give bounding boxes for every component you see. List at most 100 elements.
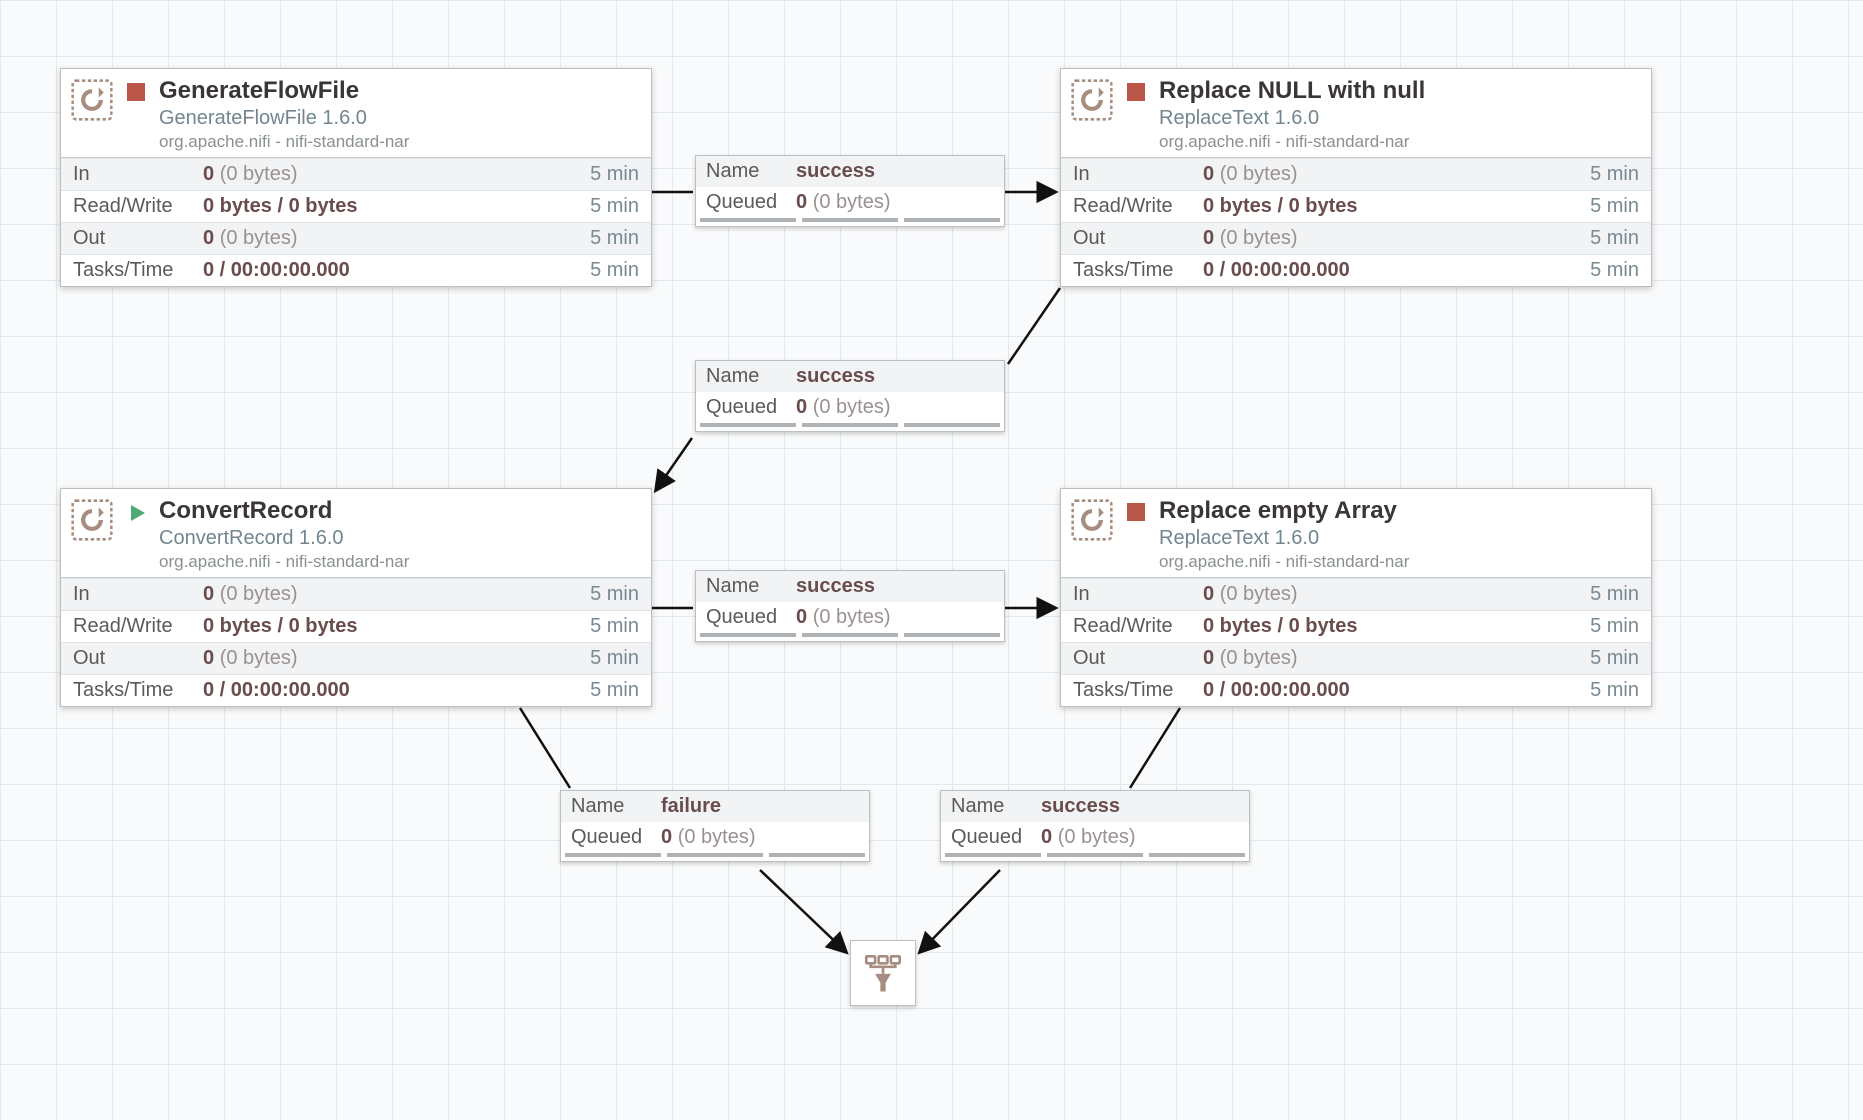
stat-label-out: Out	[1073, 227, 1203, 250]
conn-queued: 0 (0 bytes)	[796, 191, 891, 214]
stat-window: 5 min	[559, 647, 639, 670]
conn-relationship: success	[796, 575, 875, 598]
stat-window: 5 min	[1559, 583, 1639, 606]
stat-label-rw: Read/Write	[1073, 195, 1203, 218]
backpressure-bar	[700, 218, 1000, 222]
connection-c2[interactable]: Name success Queued 0 (0 bytes)	[695, 360, 1005, 432]
stat-window: 5 min	[1559, 163, 1639, 186]
stat-value-rw: 0 bytes / 0 bytes	[1203, 615, 1559, 638]
processor-icon	[1071, 79, 1113, 121]
stat-window: 5 min	[1559, 259, 1639, 282]
stat-window: 5 min	[1559, 647, 1639, 670]
conn-label-name: Name	[951, 795, 1041, 818]
conn-label-queued: Queued	[571, 826, 661, 849]
processor-type: ReplaceText 1.6.0	[1159, 107, 1641, 130]
stat-label-in: In	[73, 583, 203, 606]
stat-label-tasks: Tasks/Time	[73, 679, 203, 702]
stat-value-rw: 0 bytes / 0 bytes	[1203, 195, 1559, 218]
conn-queued: 0 (0 bytes)	[796, 606, 891, 629]
conn-queued: 0 (0 bytes)	[796, 396, 891, 419]
stat-label-in: In	[1073, 583, 1203, 606]
stat-window: 5 min	[559, 679, 639, 702]
stat-label-out: Out	[73, 647, 203, 670]
stat-value-out: 0 (0 bytes)	[203, 227, 559, 250]
processor-icon	[71, 499, 113, 541]
stopped-icon	[1127, 503, 1145, 521]
backpressure-bar	[700, 423, 1000, 427]
stat-window: 5 min	[559, 259, 639, 282]
processor-name: GenerateFlowFile	[159, 77, 641, 105]
conn-label-name: Name	[706, 365, 796, 388]
stat-value-tasks: 0 / 00:00:00.000	[203, 679, 559, 702]
processor-bundle: org.apache.nifi - nifi-standard-nar	[1159, 132, 1641, 152]
stat-window: 5 min	[1559, 227, 1639, 250]
connection-c1[interactable]: Name success Queued 0 (0 bytes)	[695, 155, 1005, 227]
funnel-icon	[861, 951, 905, 995]
conn-label-name: Name	[706, 575, 796, 598]
connection-c5[interactable]: Name success Queued 0 (0 bytes)	[940, 790, 1250, 862]
stat-value-in: 0 (0 bytes)	[203, 163, 559, 186]
stat-value-tasks: 0 / 00:00:00.000	[1203, 259, 1559, 282]
processor-replaceNull[interactable]: Replace NULL with null ReplaceText 1.6.0…	[1060, 68, 1652, 287]
conn-label-queued: Queued	[951, 826, 1041, 849]
processor-name: ConvertRecord	[159, 497, 641, 525]
stat-label-out: Out	[1073, 647, 1203, 670]
stat-value-rw: 0 bytes / 0 bytes	[203, 195, 559, 218]
conn-queued: 0 (0 bytes)	[661, 826, 756, 849]
processor-generate[interactable]: GenerateFlowFile GenerateFlowFile 1.6.0 …	[60, 68, 652, 287]
conn-relationship: failure	[661, 795, 721, 818]
stat-label-out: Out	[73, 227, 203, 250]
stopped-icon	[1127, 83, 1145, 101]
stat-window: 5 min	[1559, 615, 1639, 638]
stat-value-in: 0 (0 bytes)	[1203, 583, 1559, 606]
stat-window: 5 min	[559, 615, 639, 638]
conn-relationship: success	[1041, 795, 1120, 818]
conn-label-name: Name	[571, 795, 661, 818]
processor-type: GenerateFlowFile 1.6.0	[159, 107, 641, 130]
stat-label-tasks: Tasks/Time	[1073, 259, 1203, 282]
processor-name: Replace empty Array	[1159, 497, 1641, 525]
stopped-icon	[127, 83, 145, 101]
conn-relationship: success	[796, 160, 875, 183]
stat-value-in: 0 (0 bytes)	[1203, 163, 1559, 186]
processor-replaceArray[interactable]: Replace empty Array ReplaceText 1.6.0 or…	[1060, 488, 1652, 707]
stat-window: 5 min	[559, 583, 639, 606]
conn-label-queued: Queued	[706, 191, 796, 214]
backpressure-bar	[565, 853, 865, 857]
processor-name: Replace NULL with null	[1159, 77, 1641, 105]
processor-icon	[71, 79, 113, 121]
processor-bundle: org.apache.nifi - nifi-standard-nar	[159, 552, 641, 572]
stat-label-rw: Read/Write	[73, 195, 203, 218]
processor-bundle: org.apache.nifi - nifi-standard-nar	[159, 132, 641, 152]
stat-window: 5 min	[559, 227, 639, 250]
connection-c4[interactable]: Name failure Queued 0 (0 bytes)	[560, 790, 870, 862]
stat-value-out: 0 (0 bytes)	[203, 647, 559, 670]
stat-value-tasks: 0 / 00:00:00.000	[1203, 679, 1559, 702]
connection-c3[interactable]: Name success Queued 0 (0 bytes)	[695, 570, 1005, 642]
processor-type: ReplaceText 1.6.0	[1159, 527, 1641, 550]
stat-label-rw: Read/Write	[73, 615, 203, 638]
conn-relationship: success	[796, 365, 875, 388]
stat-value-tasks: 0 / 00:00:00.000	[203, 259, 559, 282]
stat-label-in: In	[1073, 163, 1203, 186]
stat-window: 5 min	[1559, 679, 1639, 702]
stat-window: 5 min	[559, 195, 639, 218]
conn-label-queued: Queued	[706, 606, 796, 629]
processor-convert[interactable]: ConvertRecord ConvertRecord 1.6.0 org.ap…	[60, 488, 652, 707]
stat-value-out: 0 (0 bytes)	[1203, 647, 1559, 670]
funnel-endpoint[interactable]	[850, 940, 916, 1006]
stat-window: 5 min	[559, 163, 639, 186]
processor-icon	[1071, 499, 1113, 541]
stat-label-tasks: Tasks/Time	[73, 259, 203, 282]
stat-value-out: 0 (0 bytes)	[1203, 227, 1559, 250]
stat-window: 5 min	[1559, 195, 1639, 218]
conn-label-queued: Queued	[706, 396, 796, 419]
stat-label-tasks: Tasks/Time	[1073, 679, 1203, 702]
stat-label-rw: Read/Write	[1073, 615, 1203, 638]
stat-label-in: In	[73, 163, 203, 186]
stat-value-in: 0 (0 bytes)	[203, 583, 559, 606]
stat-value-rw: 0 bytes / 0 bytes	[203, 615, 559, 638]
backpressure-bar	[945, 853, 1245, 857]
conn-label-name: Name	[706, 160, 796, 183]
running-icon	[127, 503, 145, 521]
